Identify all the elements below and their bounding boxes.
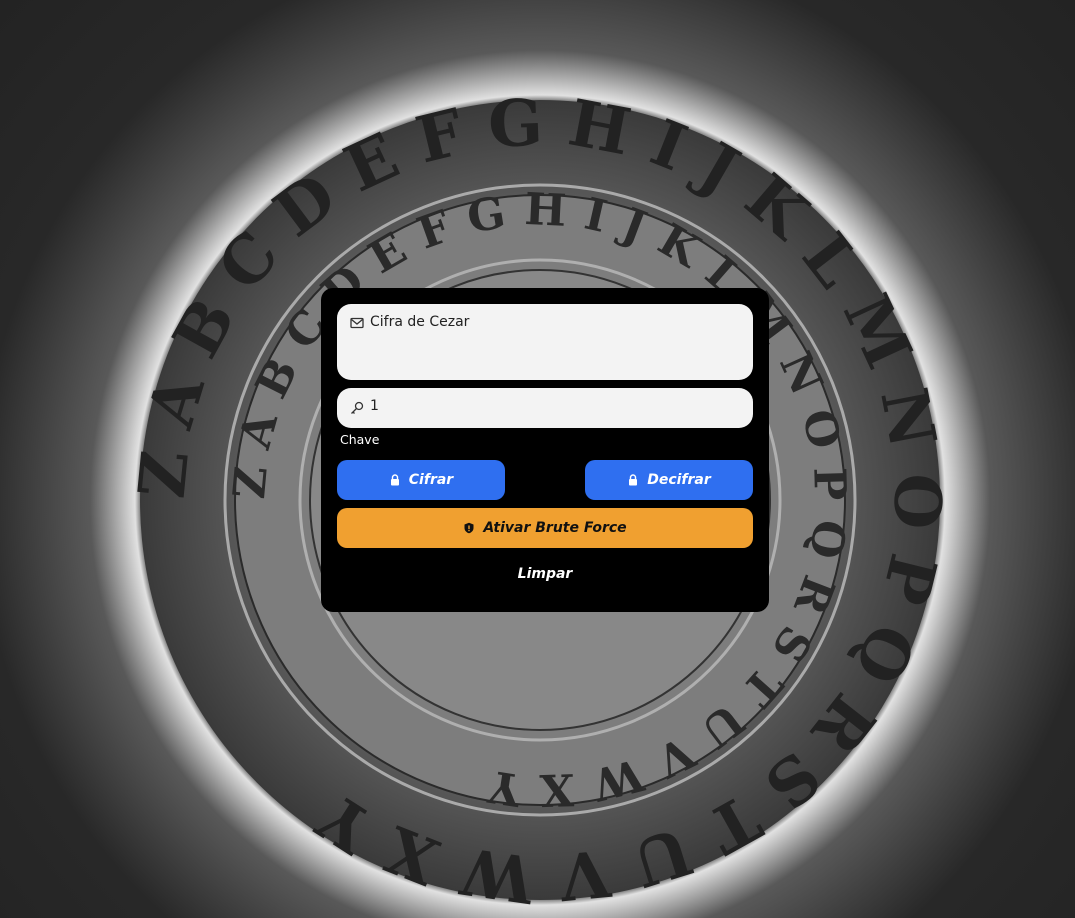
lock-icon (629, 474, 638, 486)
shield-icon (464, 522, 474, 534)
key-icon (351, 401, 364, 414)
brute-force-button[interactable]: Ativar Brute Force (337, 508, 753, 548)
brute-force-label: Ativar Brute Force (483, 520, 627, 536)
limpar-button[interactable]: Limpar (321, 566, 769, 582)
decifrar-button[interactable]: Decifrar (585, 460, 753, 500)
cifrar-button[interactable]: Cifrar (337, 460, 505, 500)
decifrar-label: Decifrar (647, 472, 711, 488)
key-input[interactable]: 1 (337, 388, 753, 428)
key-label: Chave (340, 432, 380, 447)
cifrar-label: Cifrar (408, 472, 454, 488)
cipher-form-card: Cifra de Cezar 1 Chave Cifrar Decifrar A… (321, 288, 769, 612)
message-textarea[interactable]: Cifra de Cezar (337, 304, 753, 380)
mail-icon (350, 317, 364, 329)
lock-icon (390, 474, 399, 486)
message-value: Cifra de Cezar (370, 314, 470, 330)
key-value: 1 (370, 398, 379, 414)
